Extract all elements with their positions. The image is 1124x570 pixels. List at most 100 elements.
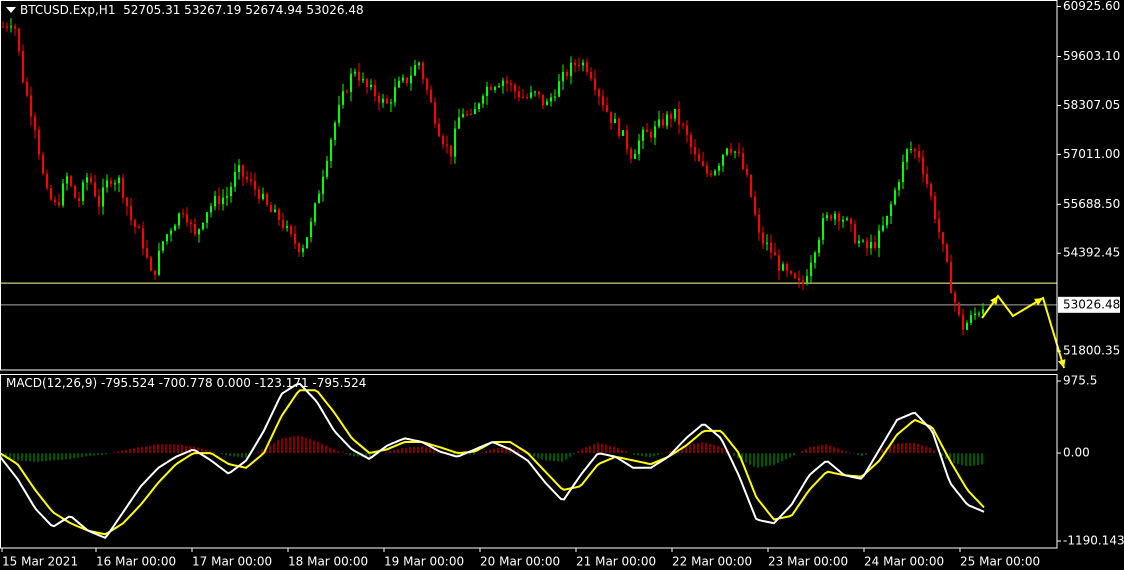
candle-body [30,95,32,117]
price-pane[interactable] [0,18,1066,369]
candle-body [890,204,892,216]
candle-body [926,173,928,185]
axes: 60925.60 59603.10 58307.05 57011.00 55688.50… [0,0,1124,569]
ohlc-values: 52705.31 53267.19 52674.94 53026.48 [123,3,364,17]
candle-body [182,213,184,215]
candle-body [314,203,316,222]
time-tick-label: 23 Mar 00:00 [768,555,848,569]
candle-body [750,174,752,197]
candle-body [694,146,696,155]
macd-line [0,382,985,540]
candle-body [98,196,100,207]
candle-body [198,229,200,235]
price-tick-label: 60925.60 [1063,0,1120,13]
candle-body [394,87,396,103]
candle-body [602,96,604,106]
symbol-header: BTCUSD.Exp,H1 52705.31 53267.19 52674.94… [6,3,364,17]
candle-body [58,202,60,206]
candle-body [138,226,140,229]
time-tick-label: 17 Mar 00:00 [192,555,272,569]
candle-body [874,242,876,248]
macd-tick-label: -1190.143 [1063,534,1124,548]
candle-body [326,161,328,177]
time-tick-label: 20 Mar 00:00 [480,555,560,569]
candle-body [742,153,744,169]
candle-body [114,183,116,185]
candle-body [362,79,364,81]
candle-body [334,122,336,140]
candle-body [446,144,448,146]
candle-body [738,151,740,154]
macd-pane[interactable] [0,382,985,540]
candle-body [202,222,204,230]
candle-body [922,157,924,174]
candle-body [38,129,40,155]
candle-body [562,72,564,82]
candle-body [274,209,276,213]
candle-body [670,114,672,119]
candle-body [482,96,484,104]
candle-body [878,230,880,248]
candle-body [134,219,136,227]
candle-body [758,214,760,233]
candle-body [310,221,312,238]
candle-body [462,114,464,118]
candle-body [278,209,280,220]
time-tick-label: 15 Mar 2021 [2,555,78,569]
candle-body [270,205,272,213]
trading-chart[interactable]: 60925.60 59603.10 58307.05 57011.00 55688.50… [0,0,1124,570]
candle-body [934,196,936,220]
price-tick-label: 59603.10 [1063,49,1120,63]
time-tick-label: 16 Mar 00:00 [96,555,176,569]
candle-body [486,86,488,97]
candle-body [378,95,380,103]
candle-body [594,78,596,90]
candle-body [2,26,4,28]
candle-body [122,177,124,198]
macd-header: MACD(12,26,9) -795.524 -700.778 0.000 -1… [6,376,366,390]
candle-body [338,104,340,123]
candle-body [870,242,872,249]
price-tick-label: 57011.00 [1063,147,1120,161]
candle-body [858,240,860,244]
candle-body [970,315,972,323]
candle-body [662,119,664,126]
candle-body [578,64,580,66]
candle-body [358,71,360,81]
candle-body [454,128,456,157]
candle-body [174,225,176,231]
candle-body [450,145,452,157]
candle-body [102,187,104,207]
candle-body [150,257,152,271]
candle-body [826,215,828,219]
candle-body [942,232,944,245]
candle-body [502,80,504,87]
candle-body [222,197,224,205]
candle-body [70,176,72,186]
candle-body [470,114,472,116]
candle-body [522,97,524,99]
candle-body [702,161,704,166]
time-tick-label: 25 Mar 00:00 [960,555,1040,569]
candle-body [234,171,236,187]
candle-body [54,199,56,203]
candle-body [506,80,508,84]
candle-body [466,114,468,116]
candle-body [918,151,920,158]
candle-body [382,98,384,103]
candle-body [66,176,68,184]
current-price-label: 53026.48 [1063,297,1120,311]
candle-body [754,196,756,215]
candle-body [518,91,520,98]
candle-body [866,240,868,249]
price-tick-label: 58307.05 [1063,98,1120,112]
candle-body [94,182,96,197]
dropdown-triangle-icon[interactable] [6,6,16,13]
candle-body [126,197,128,207]
candle-body [258,189,260,200]
candle-body [534,91,536,93]
candle-body [814,252,816,263]
candle-body [302,248,304,253]
candle-body [746,168,748,175]
candle-body [722,154,724,166]
